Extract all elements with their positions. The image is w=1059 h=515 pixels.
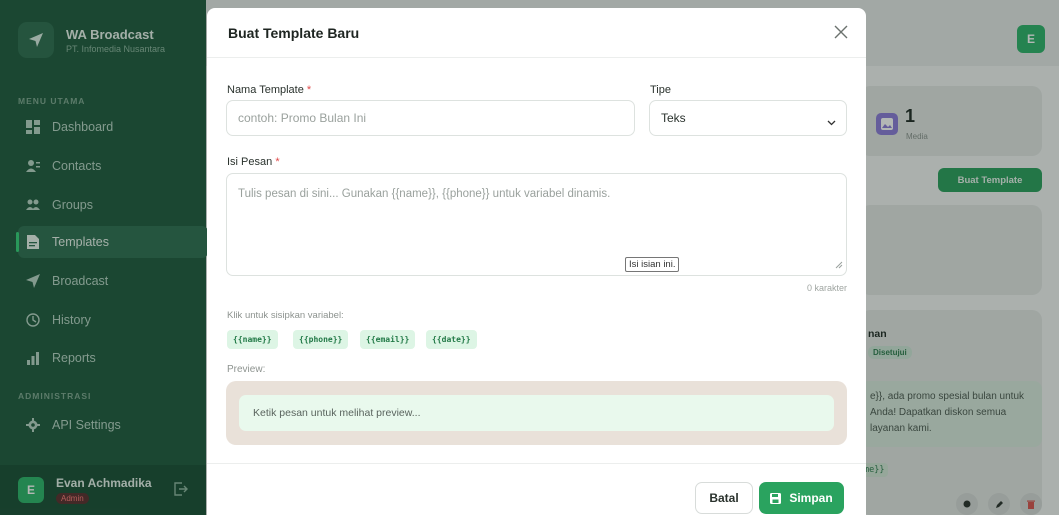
modal-title: Buat Template Baru: [228, 24, 360, 41]
modal-header: Buat Template Baru: [207, 8, 866, 58]
modal-footer: Batal Simpan: [207, 463, 866, 515]
close-icon: [834, 25, 848, 42]
char-count: 0 karakter: [806, 283, 847, 293]
save-button[interactable]: Simpan: [759, 482, 844, 514]
close-button[interactable]: [830, 22, 852, 44]
cancel-button[interactable]: Batal: [695, 482, 753, 514]
chevron-down-icon: [827, 115, 836, 129]
save-icon: [770, 492, 782, 504]
template-name-label: Nama Template *: [227, 84, 312, 96]
variable-chip-name[interactable]: {{name}}: [227, 330, 278, 349]
validation-tooltip: Isi isian ini.: [625, 257, 680, 272]
preview-panel: Ketik pesan untuk melihat preview...: [226, 381, 847, 445]
save-label: Simpan: [789, 491, 833, 505]
variable-chip-email[interactable]: {{email}}: [360, 330, 416, 349]
message-label: Isi Pesan *: [227, 156, 280, 168]
template-name-input[interactable]: contoh: Promo Bulan Ini: [226, 100, 635, 136]
resize-handle-icon[interactable]: [835, 260, 843, 272]
preview-message-bubble: Ketik pesan untuk melihat preview...: [239, 395, 834, 431]
variable-chip-phone[interactable]: {{phone}}: [293, 330, 349, 349]
preview-label: Preview:: [227, 364, 266, 375]
create-template-modal: Buat Template Baru Nama Template * conto…: [207, 8, 866, 515]
type-select[interactable]: Teks: [649, 100, 847, 136]
message-textarea[interactable]: Tulis pesan di sini... Gunakan {{name}},…: [226, 173, 847, 276]
variable-chip-date[interactable]: {{date}}: [426, 330, 477, 349]
variables-hint: Klik untuk sisipkan variabel:: [227, 310, 344, 321]
type-label: Tipe: [650, 84, 671, 96]
